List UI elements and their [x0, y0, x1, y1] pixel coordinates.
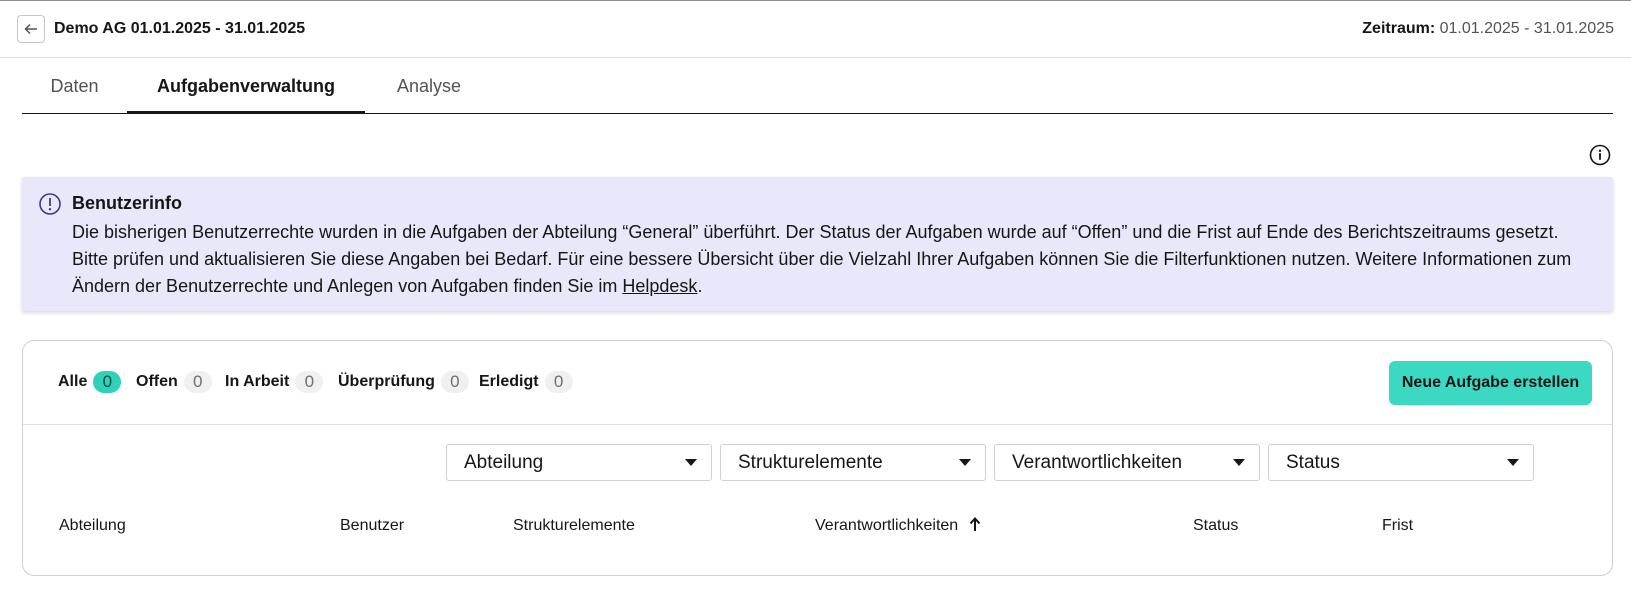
caret-down-icon [1507, 459, 1519, 466]
column-header-strukturelemente[interactable]: Strukturelemente [513, 517, 635, 535]
dropdown-label: Status [1286, 452, 1340, 473]
filter-erledigt[interactable]: Erledigt 0 [479, 371, 573, 393]
task-card: Alle 0 Offen 0 In Arbeit 0 Überprüfung 0… [22, 340, 1613, 576]
exclamation-circle-icon [39, 193, 61, 215]
tab-bar: Daten Aufgabenverwaltung Analyse [22, 60, 1613, 114]
filter-alle[interactable]: Alle 0 [58, 371, 122, 393]
notice-end: . [697, 276, 703, 296]
count-badge: 0 [183, 371, 212, 393]
filter-offen[interactable]: Offen 0 [136, 371, 212, 393]
task-card-header: Alle 0 Offen 0 In Arbeit 0 Überprüfung 0… [23, 341, 1612, 425]
page-title: Demo AG 01.01.2025 - 31.01.2025 [54, 20, 306, 37]
count-badge: 0 [93, 371, 122, 393]
department-dropdown[interactable]: Abteilung [446, 444, 712, 481]
notice-title: Benutzerinfo [72, 193, 182, 213]
filter-label: Überprüfung [338, 373, 435, 390]
tab-aufgabenverwaltung[interactable]: Aufgabenverwaltung [127, 60, 365, 114]
caret-down-icon [959, 459, 971, 466]
count-badge: 0 [544, 371, 573, 393]
column-header-status[interactable]: Status [1193, 517, 1238, 535]
filter-in-arbeit[interactable]: In Arbeit 0 [225, 371, 324, 393]
status-dropdown[interactable]: Status [1268, 444, 1534, 481]
caret-down-icon [1233, 459, 1245, 466]
dropdown-label: Abteilung [464, 452, 544, 473]
back-button[interactable] [17, 15, 45, 43]
period-value: 01.01.2025 - 31.01.2025 [1439, 20, 1614, 37]
column-header-frist[interactable]: Frist [1382, 517, 1413, 535]
filter-label: Alle [58, 373, 88, 390]
filter-label: Offen [136, 373, 178, 390]
responsibilities-dropdown[interactable]: Verantwortlichkeiten [994, 444, 1260, 481]
arrow-up-icon[interactable] [969, 517, 981, 532]
dropdown-label: Strukturelemente [738, 452, 883, 473]
column-header-benutzer[interactable]: Benutzer [340, 517, 404, 535]
period-label: Zeitraum: [1362, 20, 1436, 37]
column-header-abteilung[interactable]: Abteilung [59, 517, 126, 535]
notice-text: Die bisherigen Benutzerrechte wurden in … [72, 219, 1597, 300]
user-info-notice: Benutzerinfo Die bisherigen Benutzerrech… [22, 177, 1613, 311]
count-badge: 0 [295, 371, 324, 393]
column-header-label: Verantwortlichkeiten [815, 517, 959, 534]
top-bar: Demo AG 01.01.2025 - 31.01.2025 Zeitraum… [0, 0, 1631, 58]
filter-ueberpruefung[interactable]: Überprüfung 0 [338, 371, 469, 393]
caret-down-icon [685, 459, 697, 466]
count-badge: 0 [440, 371, 469, 393]
column-header-verantwortlichkeiten[interactable]: Verantwortlichkeiten [815, 517, 981, 535]
info-icon[interactable] [1589, 144, 1611, 166]
tab-analyse[interactable]: Analyse [365, 60, 493, 114]
dropdown-label: Verantwortlichkeiten [1012, 452, 1183, 473]
filter-label: In Arbeit [225, 373, 290, 390]
notice-body: Die bisherigen Benutzerrechte wurden in … [72, 222, 1572, 296]
tab-daten[interactable]: Daten [22, 60, 127, 114]
period-display: Zeitraum: 01.01.2025 - 31.01.2025 [1362, 20, 1614, 38]
new-task-button[interactable]: Neue Aufgabe erstellen [1389, 361, 1592, 405]
filter-label: Erledigt [479, 373, 539, 390]
arrow-left-icon [24, 23, 37, 35]
structure-elements-dropdown[interactable]: Strukturelemente [720, 444, 986, 481]
helpdesk-link[interactable]: Helpdesk [622, 276, 697, 296]
